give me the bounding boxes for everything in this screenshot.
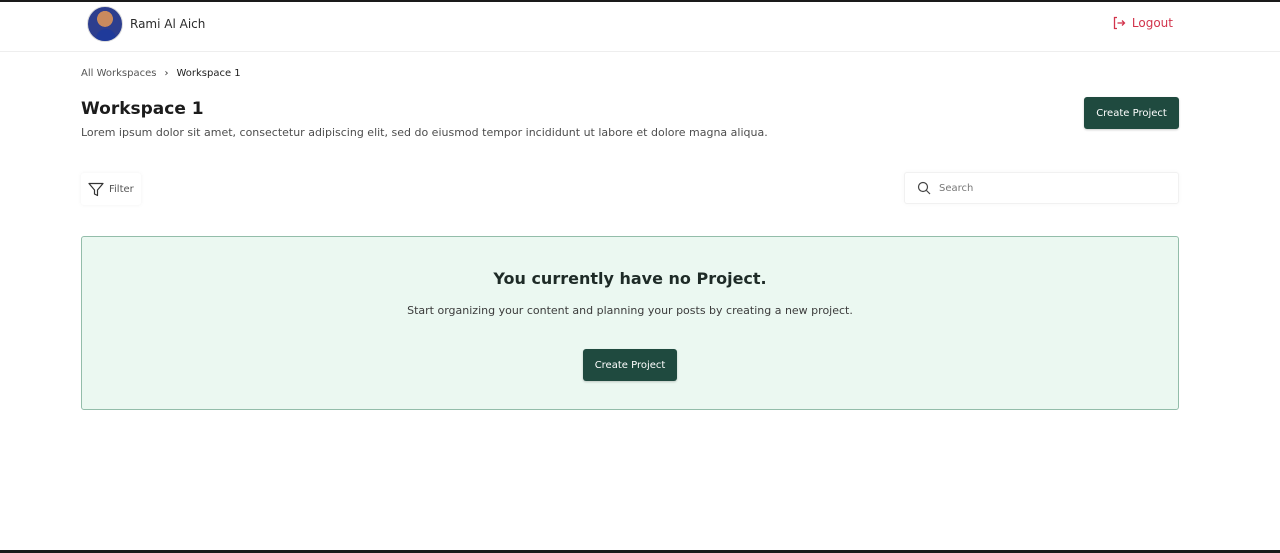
search-box[interactable] (904, 172, 1179, 204)
user-name: Rami Al Aich (130, 17, 206, 31)
empty-state-panel: You currently have no Project. Start org… (81, 236, 1179, 410)
logout-icon (1113, 16, 1126, 30)
top-header: Rami Al Aich Logout (0, 2, 1280, 52)
filter-label: Filter (109, 183, 134, 195)
search-icon (917, 181, 931, 195)
breadcrumb: All Workspaces › Workspace 1 (81, 68, 241, 79)
avatar[interactable] (87, 6, 123, 42)
filter-button[interactable]: Filter (81, 173, 141, 205)
filter-icon (88, 182, 104, 196)
logout-label: Logout (1131, 16, 1173, 30)
empty-state-subtitle: Start organizing your content and planni… (407, 304, 853, 317)
create-project-button[interactable]: Create Project (1084, 97, 1179, 129)
search-input[interactable] (939, 182, 1159, 194)
create-project-button-empty[interactable]: Create Project (583, 349, 677, 381)
chevron-right-icon: › (164, 68, 169, 79)
user-profile[interactable]: Rami Al Aich (87, 6, 205, 42)
page-description: Lorem ipsum dolor sit amet, consectetur … (81, 126, 768, 139)
breadcrumb-all-workspaces[interactable]: All Workspaces (81, 68, 156, 79)
page-title: Workspace 1 (81, 99, 204, 119)
empty-state-title: You currently have no Project. (493, 269, 767, 288)
breadcrumb-current: Workspace 1 (176, 68, 241, 79)
logout-button[interactable]: Logout (1112, 16, 1173, 30)
